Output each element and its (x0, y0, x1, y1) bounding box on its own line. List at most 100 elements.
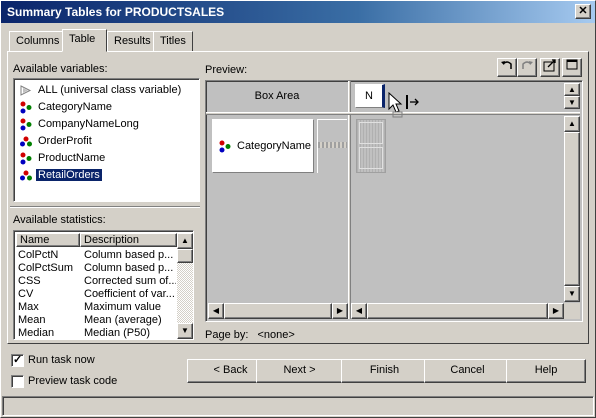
variable-label: ProductName (38, 152, 106, 164)
body-cell-lower (359, 147, 383, 169)
title-bar[interactable]: Summary Tables for PRODUCTSALES ✕ (0, 0, 596, 24)
row-class-cell[interactable]: CategoryName (212, 119, 314, 173)
variable-item-companynamelong[interactable]: CompanyNameLong (18, 117, 141, 133)
column-statistic-label: N (365, 90, 373, 102)
statistic-name: Median (18, 327, 55, 339)
column-header-label: Description (84, 234, 140, 246)
preview-vertical-thumb[interactable] (564, 132, 580, 286)
tab-columns[interactable]: Columns (9, 31, 67, 51)
preview-scroll-down-button[interactable]: ▼ (564, 286, 580, 302)
row-class-label: CategoryName (237, 140, 311, 152)
page-by-value: <none> (257, 329, 295, 341)
tab-results[interactable]: Results (107, 31, 158, 51)
class-variable-icon (20, 101, 32, 114)
class-variable-icon (219, 140, 231, 153)
tab-titles-label: Titles (160, 35, 186, 47)
body-cell-upper (359, 122, 383, 144)
maximize-preview-button[interactable] (562, 58, 582, 77)
variables-list[interactable]: ALL (universal class variable) CategoryN… (13, 78, 200, 202)
window-title: Summary Tables for PRODUCTSALES (7, 5, 225, 19)
statistic-name: CV (18, 288, 34, 300)
pivot-button[interactable] (540, 58, 560, 77)
scroll-up-button[interactable]: ▲ (177, 233, 193, 249)
tab-results-label: Results (114, 35, 151, 47)
row-scroll-left-button[interactable]: ◀ (208, 303, 224, 319)
statistic-description: Column based p... (84, 262, 174, 274)
scroll-corner (564, 303, 580, 319)
row-scroll-right-button[interactable]: ▶ (332, 303, 348, 319)
close-button[interactable]: ✕ (575, 4, 591, 19)
table-preview[interactable]: Box Area N ▲ ▼ CategoryName ▲ ▼ ◀ ▶ ◀ ▶ (205, 80, 583, 322)
run-task-now-label: Run task now (28, 354, 95, 366)
column-header-description[interactable]: Description (80, 233, 177, 247)
pivot-icon (543, 59, 556, 72)
preview-scroll-up-button[interactable]: ▲ (564, 116, 580, 132)
statistic-description: Corrected sum of... (84, 275, 176, 287)
run-task-now-checkbox[interactable]: ✓ (11, 354, 24, 367)
row-area-horizontal-scrollbar[interactable]: ◀ ▶ (208, 303, 348, 319)
body-horizontal-thumb[interactable] (367, 303, 548, 319)
check-icon: ✓ (13, 354, 23, 366)
body-scroll-left-button[interactable]: ◀ (351, 303, 367, 319)
scroll-down-button[interactable]: ▼ (177, 323, 193, 339)
maximize-icon (566, 59, 578, 70)
universal-icon (20, 85, 32, 96)
statistic-name: ColPctN (18, 249, 59, 261)
header-scroll-up-button[interactable]: ▲ (564, 83, 580, 96)
page-by-label: Page by: <none> (205, 329, 295, 341)
header-scrollbar[interactable]: ▲ ▼ (564, 83, 580, 109)
body-cell-stub (356, 119, 386, 173)
tab-table[interactable]: Table (62, 29, 107, 52)
statistic-description: Median (P50) (84, 327, 151, 339)
statistic-name: ColPctSum (18, 262, 74, 274)
column-statistic-cell[interactable]: N (355, 84, 385, 108)
statistic-description: Mean (average) (84, 314, 162, 326)
analysis-variable-icon (20, 170, 32, 181)
drag-cursor-icon (388, 92, 419, 118)
variable-item-retailorders[interactable]: RetailOrders (18, 168, 103, 184)
variable-label: RetailOrders (35, 168, 103, 182)
variable-label: CategoryName (38, 101, 112, 113)
statistics-list[interactable]: Name Description ColPctN Column based p..… (13, 230, 194, 340)
body-horizontal-scrollbar[interactable]: ◀ ▶ (351, 303, 564, 319)
help-button[interactable]: Help (506, 359, 586, 383)
header-scroll-down-button[interactable]: ▼ (564, 96, 580, 109)
preview-vertical-scrollbar[interactable]: ▲ ▼ (564, 116, 580, 302)
variable-item-categoryname[interactable]: CategoryName (18, 100, 114, 116)
tab-columns-label: Columns (16, 35, 60, 47)
redo-button[interactable] (517, 58, 537, 77)
statistic-description: Maximum value (84, 301, 162, 313)
row-stub-hatch (318, 142, 347, 148)
next-button[interactable]: Next > (256, 359, 343, 383)
body-scroll-right-button[interactable]: ▶ (548, 303, 564, 319)
column-header-name[interactable]: Name (16, 233, 80, 247)
row-stub-cell (317, 119, 347, 173)
variable-item-productname[interactable]: ProductName (18, 151, 107, 167)
splitter[interactable] (10, 206, 200, 208)
variable-label: ALL (universal class variable) (38, 84, 182, 96)
scroll-thumb[interactable] (177, 249, 193, 263)
statistic-name: Max (18, 301, 39, 313)
variable-label: CompanyNameLong (38, 118, 139, 130)
statistic-description: Coefficient of var... (84, 288, 175, 300)
available-variables-label: Available variables: (13, 63, 108, 75)
close-icon: ✕ (578, 5, 588, 17)
undo-button[interactable] (497, 58, 517, 77)
preview-task-code-label: Preview task code (28, 375, 118, 387)
tab-titles[interactable]: Titles (153, 31, 193, 51)
preview-vertical-divider[interactable] (348, 81, 351, 319)
statistic-description: Column based p... (84, 249, 174, 261)
variable-item-orderprofit[interactable]: OrderProfit (18, 134, 94, 150)
variable-item-all[interactable]: ALL (universal class variable) (18, 83, 183, 99)
statistics-scrollbar[interactable]: ▲ ▼ (177, 233, 193, 339)
cancel-button[interactable]: Cancel (424, 359, 511, 383)
column-header-label: Name (20, 234, 50, 246)
available-statistics-label: Available statistics: (13, 214, 106, 226)
redo-icon (522, 61, 533, 69)
box-area[interactable]: Box Area (208, 83, 346, 111)
preview-task-code-checkbox[interactable] (11, 375, 24, 388)
statistic-name: CSS (18, 275, 41, 287)
row-horizontal-thumb[interactable] (224, 303, 332, 319)
page-by-caption: Page by: (205, 329, 249, 341)
finish-button[interactable]: Finish (341, 359, 428, 383)
